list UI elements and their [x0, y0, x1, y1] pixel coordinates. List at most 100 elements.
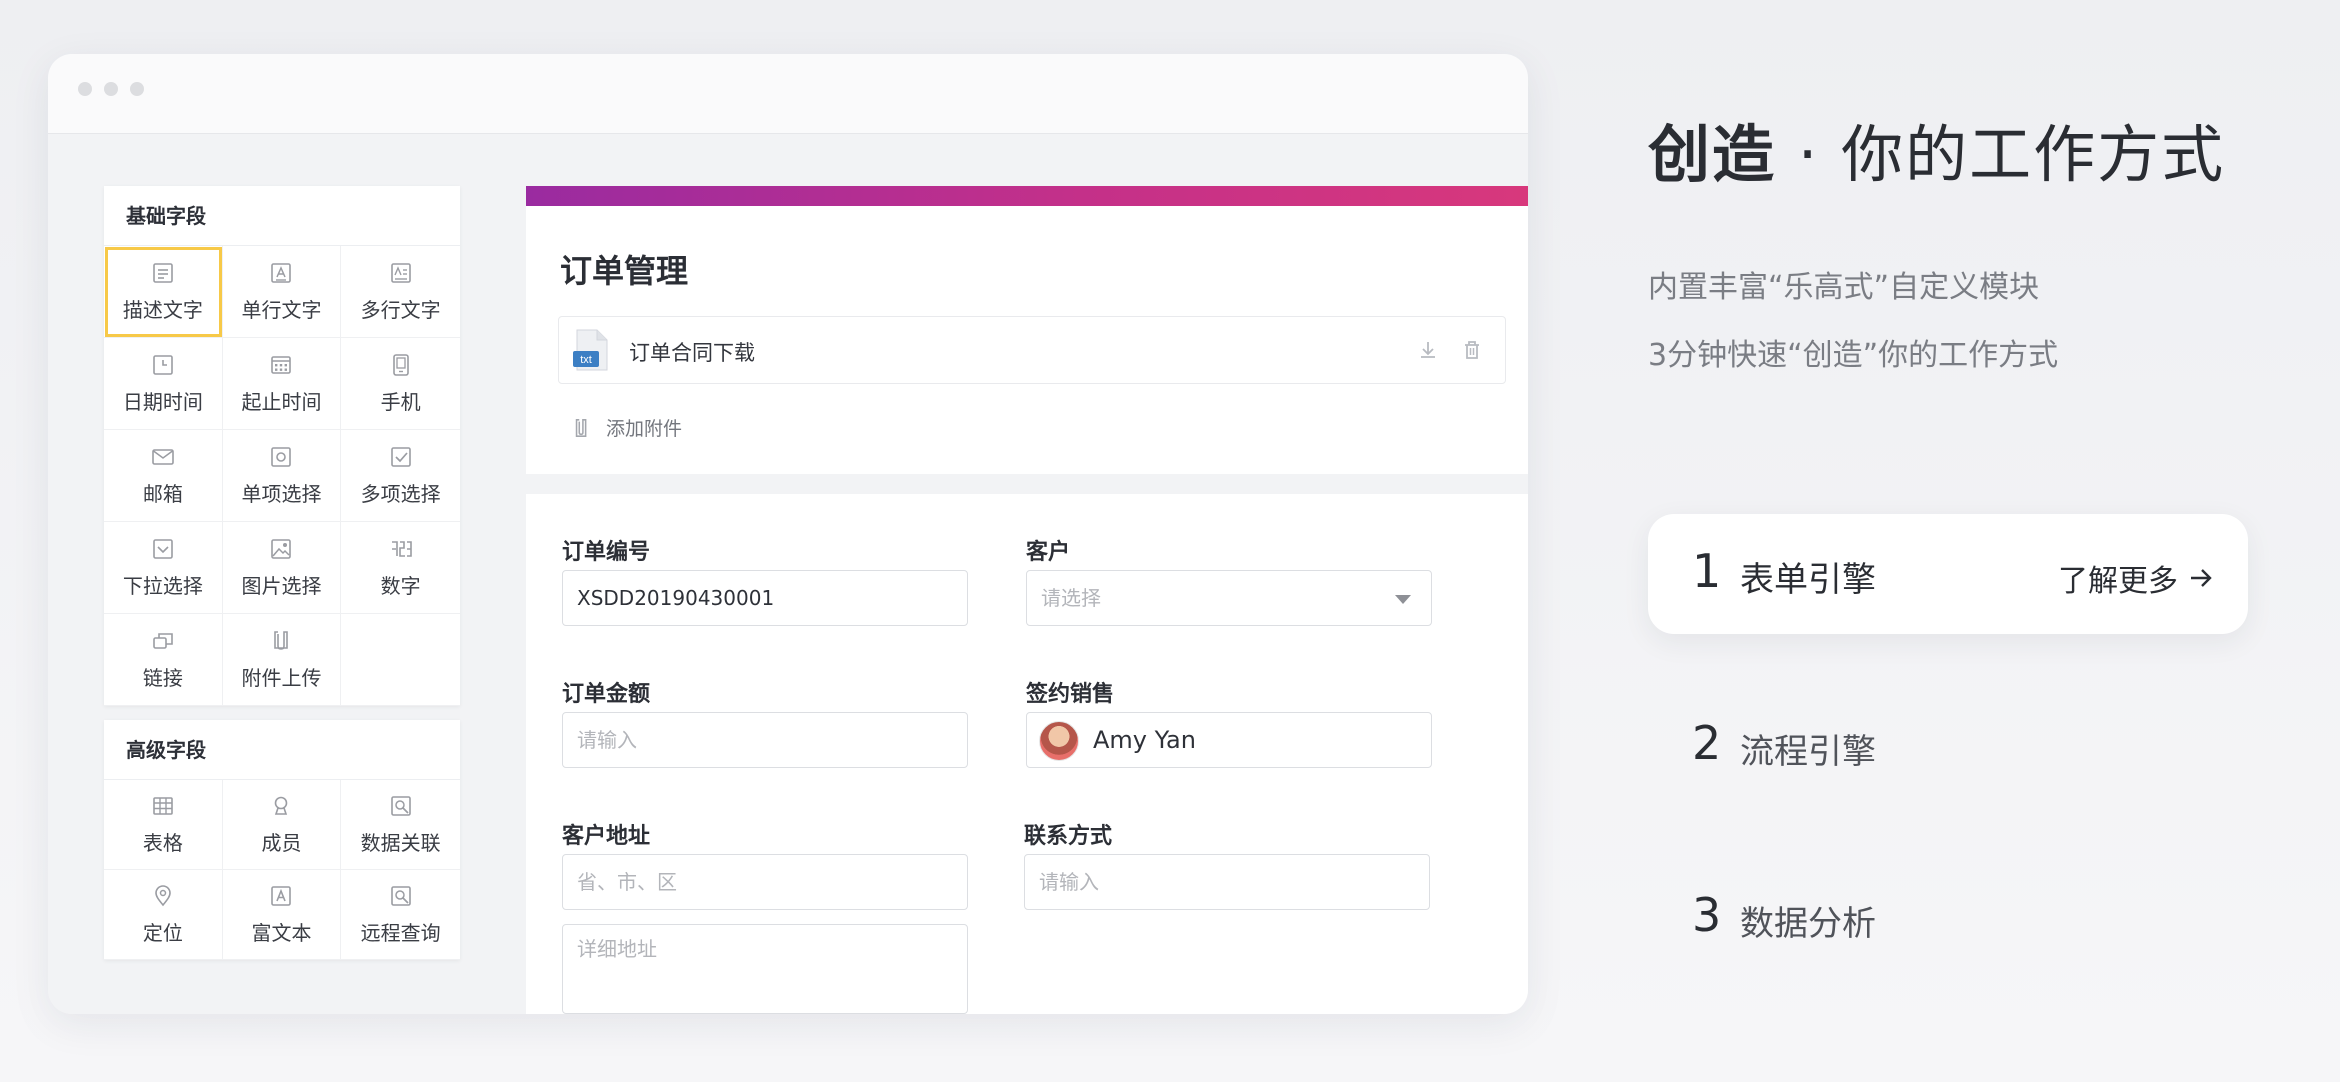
field-label: 成员 [261, 831, 302, 855]
field-date-range[interactable]: 起止时间 [222, 338, 342, 430]
data-link-icon [390, 796, 411, 816]
feature-number: 2 [1692, 716, 1722, 770]
basic-fields-title: 基础字段 [104, 186, 460, 246]
field-location[interactable]: 定位 [104, 870, 223, 960]
field-label: 多项选择 [360, 482, 441, 506]
app-window: 基础字段 描述文字 单行文字 多行文字 日期时间 起止时间 手机 邮箱 单项选择… [48, 54, 1528, 1014]
hero-title-strong: 创造 [1648, 118, 1777, 191]
field-label: 数据关联 [360, 831, 441, 855]
advanced-fields-panel: 高级字段 表格 成员 数据关联 定位 富文本 远程查询 [104, 720, 460, 960]
feature-form-engine[interactable]: 1 表单引擎 了解更多 [1648, 514, 2248, 634]
field-remote-query[interactable]: 远程查询 [341, 870, 460, 960]
field-radio[interactable]: 单项选择 [222, 430, 342, 522]
field-table[interactable]: 表格 [104, 780, 223, 870]
field-label: 描述文字 [122, 298, 203, 322]
order-amount-input[interactable]: 请输入 [562, 712, 968, 768]
field-single-line-text[interactable]: 单行文字 [222, 246, 342, 338]
field-label: 下拉选择 [122, 574, 203, 598]
field-label: 富文本 [251, 921, 312, 945]
hero-subtitle-1: 内置丰富“乐高式”自定义模块 [1648, 270, 2040, 305]
hero-title: 创造 · 你的工作方式 [1648, 104, 2225, 194]
field-label: 链接 [142, 666, 183, 690]
image-icon [271, 539, 292, 559]
txt-file-icon: txt [573, 329, 608, 371]
customer-address-label: 客户地址 [562, 824, 651, 849]
multi-line-text-icon [390, 263, 411, 283]
avatar [1039, 721, 1079, 761]
field-label: 邮箱 [142, 482, 183, 506]
field-mail[interactable]: 邮箱 [104, 430, 223, 522]
field-number[interactable]: 数字 [341, 522, 460, 614]
advanced-fields-title: 高级字段 [104, 720, 460, 780]
field-description[interactable]: 描述文字 [104, 246, 223, 338]
order-number-field: 订单编号 XSDD20190430001 [562, 534, 968, 626]
number-icon [391, 541, 412, 557]
feature-workflow-engine[interactable]: 2 流程引擎 [1648, 686, 2248, 806]
field-label: 表格 [142, 831, 183, 855]
feature-number: 3 [1692, 888, 1722, 942]
rich-text-icon [271, 886, 292, 906]
description-icon [153, 263, 173, 283]
basic-fields-panel: 基础字段 描述文字 单行文字 多行文字 日期时间 起止时间 手机 邮箱 单项选择… [104, 186, 460, 706]
field-label: 单项选择 [241, 482, 322, 506]
radio-icon [271, 447, 292, 467]
address-detail-input[interactable]: 详细地址 [562, 924, 968, 1014]
window-dot-minimize[interactable] [104, 82, 118, 96]
form-fields-card: 订单编号 XSDD20190430001 客户 请选择 订单金额 请输入 签约销… [526, 494, 1528, 1014]
arrow-right-icon [2191, 569, 2212, 587]
order-number-label: 订单编号 [562, 540, 651, 565]
form-header-card: 订单管理 txt 订单合同下载 添加附件 [526, 186, 1528, 474]
add-attachment-label: 添加附件 [606, 418, 683, 440]
contact-input[interactable]: 请输入 [1024, 854, 1430, 910]
paperclip-icon [575, 418, 587, 437]
field-link[interactable]: 链接 [104, 614, 223, 706]
basic-fields-grid: 描述文字 单行文字 多行文字 日期时间 起止时间 手机 邮箱 单项选择 多项选择… [104, 246, 460, 706]
field-date-time[interactable]: 日期时间 [104, 338, 223, 430]
customer-placeholder: 请选择 [1041, 586, 1101, 610]
date-time-icon [153, 355, 173, 375]
field-image[interactable]: 图片选择 [222, 522, 342, 614]
field-attachment[interactable]: 附件上传 [222, 614, 342, 706]
caret-down-icon [1395, 595, 1411, 604]
field-label: 附件上传 [241, 666, 322, 690]
single-line-text-icon [271, 263, 292, 283]
window-dot-maximize[interactable] [130, 82, 144, 96]
field-data-link[interactable]: 数据关联 [341, 780, 460, 870]
window-titlebar [48, 54, 1528, 134]
attachment-item[interactable]: txt 订单合同下载 [558, 316, 1506, 384]
sales-rep-label: 签约销售 [1026, 682, 1115, 707]
sales-rep-name: Amy Yan [1093, 726, 1196, 754]
field-phone[interactable]: 手机 [341, 338, 460, 430]
feature-data-analysis[interactable]: 3 数据分析 [1648, 858, 2248, 978]
attachment-name[interactable]: 订单合同下载 [629, 337, 755, 367]
field-rich-text[interactable]: 富文本 [222, 870, 342, 960]
download-icon[interactable] [1417, 339, 1439, 361]
field-member[interactable]: 成员 [222, 780, 342, 870]
customer-field: 客户 请选择 [1026, 534, 1432, 626]
form-title: 订单管理 [560, 252, 689, 290]
region-input[interactable]: 省、市、区 [562, 854, 968, 910]
order-amount-field: 订单金额 请输入 [562, 676, 968, 768]
checkbox-icon [390, 447, 411, 467]
field-label: 单行文字 [241, 298, 322, 322]
order-number-input[interactable]: XSDD20190430001 [562, 570, 968, 626]
learn-more-link[interactable]: 了解更多 [2058, 556, 2214, 600]
field-label: 起止时间 [241, 390, 322, 414]
field-label: 日期时间 [122, 390, 203, 414]
remote-query-icon [390, 886, 411, 906]
trash-icon[interactable] [1461, 339, 1483, 361]
customer-select[interactable]: 请选择 [1026, 570, 1432, 626]
order-amount-label: 订单金额 [562, 682, 651, 707]
location-icon [155, 885, 171, 907]
sales-rep-picker[interactable]: Amy Yan [1026, 712, 1432, 768]
file-type-label: txt [580, 354, 592, 366]
field-checkbox[interactable]: 多项选择 [341, 430, 460, 522]
field-multi-line-text[interactable]: 多行文字 [341, 246, 460, 338]
hero-subtitle-2: 3分钟快速“创造”你的工作方式 [1648, 338, 2059, 373]
attachment-icon [274, 631, 289, 650]
window-dot-close[interactable] [78, 82, 92, 96]
phone-icon [392, 354, 409, 376]
designer-canvas: 基础字段 描述文字 单行文字 多行文字 日期时间 起止时间 手机 邮箱 单项选择… [48, 134, 1528, 1014]
add-attachment-button[interactable]: 添加附件 [572, 414, 682, 441]
field-dropdown[interactable]: 下拉选择 [104, 522, 223, 614]
